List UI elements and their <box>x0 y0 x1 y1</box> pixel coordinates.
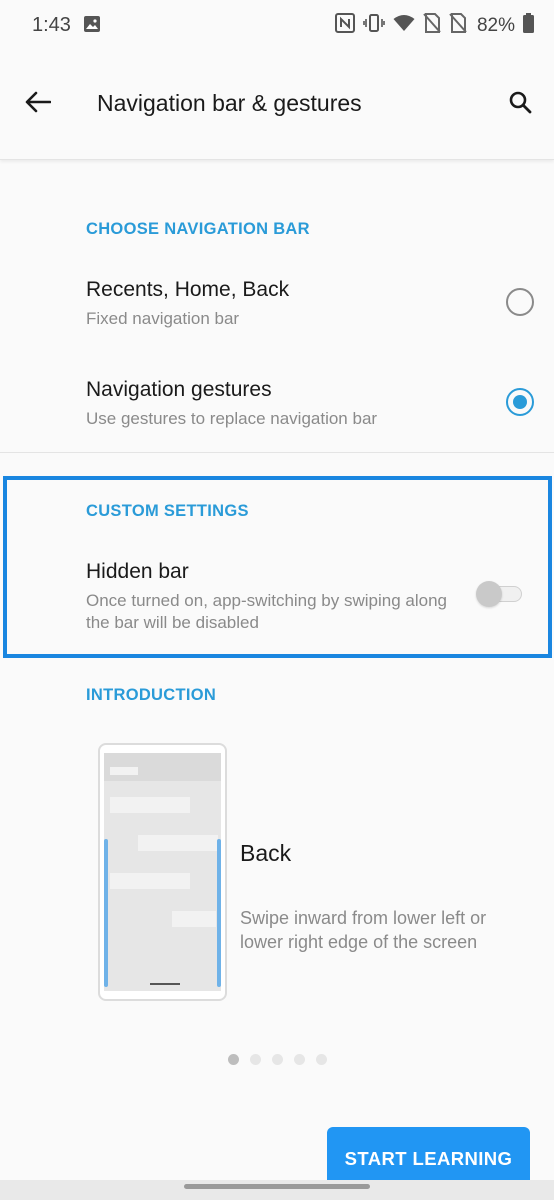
page-dot[interactable] <box>294 1054 305 1065</box>
radio-recents-home-back[interactable] <box>506 288 534 316</box>
battery-icon <box>523 13 534 38</box>
status-icons: 82% <box>334 13 534 38</box>
option-recents-home-back[interactable]: Recents, Home, Back Fixed navigation bar <box>0 268 554 346</box>
phone-illustration <box>98 743 227 1001</box>
status-bar: 1:43 82% <box>0 0 554 52</box>
phone-chip <box>172 911 216 927</box>
option-subtitle: Use gestures to replace navigation bar <box>86 409 378 428</box>
phone-topbar <box>104 753 221 781</box>
intro-title: Back <box>240 840 292 866</box>
intro-description: Swipe inward from lower left or lower ri… <box>240 908 487 952</box>
page-dot[interactable] <box>272 1054 283 1065</box>
radio-navigation-gestures[interactable] <box>506 388 534 416</box>
section-header-choose: CHOOSE NAVIGATION BAR <box>86 220 310 238</box>
page-title: Navigation bar & gestures <box>97 90 362 116</box>
image-icon <box>84 16 100 37</box>
phone-screen <box>104 753 221 991</box>
option-title: Recents, Home, Back <box>86 278 290 301</box>
gesture-handle[interactable] <box>184 1184 370 1189</box>
option-title: Navigation gestures <box>86 378 272 401</box>
search-icon <box>508 90 532 119</box>
gesture-nav-area[interactable] <box>0 1180 554 1200</box>
vibrate-icon <box>363 13 385 38</box>
search-button[interactable] <box>502 86 538 122</box>
settings-screen: 1:43 82% Navigation bar & gestures CHOOS… <box>0 0 554 1200</box>
page-dot[interactable] <box>316 1054 327 1065</box>
left-edge-highlight <box>104 839 108 987</box>
page-indicator <box>228 1054 327 1065</box>
highlight-box <box>3 476 552 658</box>
no-sim-icon <box>449 13 467 38</box>
page-dot-active[interactable] <box>228 1054 239 1065</box>
option-subtitle: Fixed navigation bar <box>86 309 240 328</box>
phone-home-indicator <box>150 983 180 985</box>
battery-percent: 82% <box>476 14 515 36</box>
phone-chip <box>110 797 190 813</box>
page-dot[interactable] <box>250 1054 261 1065</box>
wifi-icon <box>393 14 415 37</box>
back-button[interactable] <box>20 86 56 122</box>
option-navigation-gestures[interactable]: Navigation gestures Use gestures to repl… <box>0 368 554 448</box>
nfc-icon <box>334 13 355 38</box>
section-header-introduction: INTRODUCTION <box>86 686 217 704</box>
right-edge-highlight <box>217 839 221 987</box>
phone-chip <box>110 873 190 889</box>
phone-chip <box>110 767 138 775</box>
status-time: 1:43 <box>32 14 71 36</box>
no-sim-icon <box>423 13 441 38</box>
divider <box>0 452 554 453</box>
app-bar: Navigation bar & gestures <box>0 52 554 160</box>
phone-chip <box>138 835 218 851</box>
arrow-left-icon <box>25 91 52 118</box>
